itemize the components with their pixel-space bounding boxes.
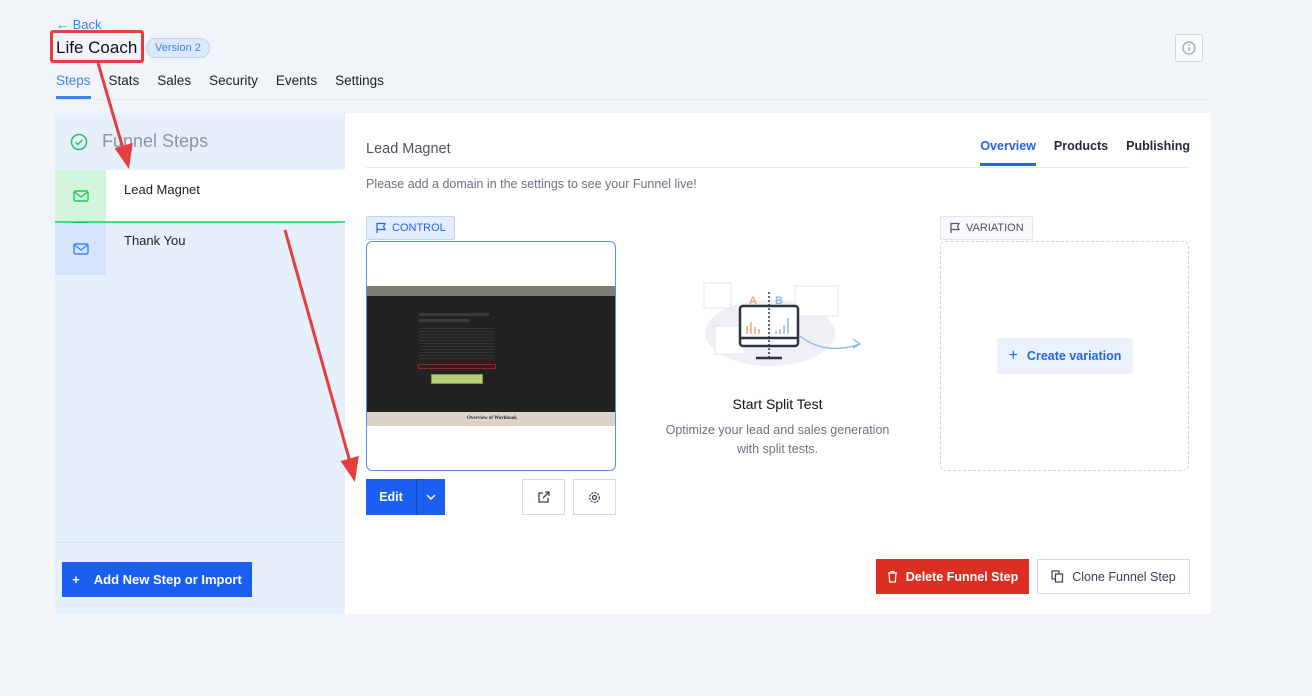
chevron-down-icon	[426, 494, 436, 500]
external-link-icon	[538, 490, 550, 503]
step-settings-button[interactable]	[573, 479, 616, 515]
trash-icon	[887, 570, 897, 583]
tab-publishing[interactable]: Publishing	[1126, 139, 1190, 166]
step-thank-you[interactable]: Thank You	[55, 223, 345, 275]
plus-icon: +	[1008, 347, 1018, 364]
nav-tabs: Steps Stats Sales Security Events Settin…	[56, 73, 384, 99]
label-a: A	[749, 295, 757, 307]
tab-stats[interactable]: Stats	[109, 73, 140, 99]
info-icon	[1182, 41, 1196, 55]
funnel-steps-sidebar: Funnel Steps Lead Magnet Thank You + Add …	[55, 113, 345, 614]
tab-overview[interactable]: Overview	[980, 139, 1036, 166]
delete-step-button[interactable]: Delete Funnel Step	[876, 559, 1029, 594]
info-button[interactable]	[1175, 34, 1203, 62]
tab-steps[interactable]: Steps	[56, 73, 91, 99]
mail-icon	[72, 190, 89, 202]
mail-icon	[72, 243, 89, 255]
step-title: Lead Magnet	[366, 141, 451, 157]
tab-products[interactable]: Products	[1054, 139, 1108, 166]
edit-dropdown-button[interactable]	[416, 479, 445, 515]
divider	[56, 99, 1211, 100]
annotation-highlight-box	[50, 30, 144, 63]
control-tag: CONTROL	[366, 216, 455, 240]
variation-placeholder: + Create variation	[940, 241, 1189, 471]
open-preview-button[interactable]	[522, 479, 565, 515]
version-badge: Version 2	[146, 38, 210, 58]
control-preview[interactable]: Overview of Workbook	[366, 241, 616, 471]
step-tabs: Overview Products Publishing	[980, 139, 1190, 166]
variation-tag: VARIATION	[940, 216, 1033, 240]
edit-button[interactable]: Edit	[366, 479, 416, 515]
flag-icon	[376, 222, 386, 233]
step-detail-panel: Lead Magnet Overview Products Publishing…	[345, 113, 1211, 614]
step-label: Lead Magnet	[124, 182, 200, 197]
tab-sales[interactable]: Sales	[157, 73, 191, 99]
split-test-title: Start Split Test	[732, 396, 823, 412]
split-test-illustration: A B	[703, 282, 862, 366]
tab-events[interactable]: Events	[276, 73, 317, 99]
copy-icon	[1051, 570, 1064, 583]
divider	[55, 542, 345, 543]
flag-icon	[950, 222, 960, 233]
edit-button-group: Edit	[366, 479, 445, 515]
add-step-button[interactable]: + Add New Step or Import	[62, 562, 252, 597]
add-step-label: Add New Step or Import	[93, 572, 242, 587]
tab-security[interactable]: Security	[209, 73, 258, 99]
funnel-steps-header: Funnel Steps	[55, 113, 345, 170]
create-variation-button[interactable]: + Create variation	[997, 338, 1133, 374]
funnel-steps-title: Funnel Steps	[102, 131, 209, 151]
tab-settings[interactable]: Settings	[335, 73, 384, 99]
domain-notice: Please add a domain in the settings to s…	[366, 177, 697, 191]
check-circle-icon	[70, 133, 88, 150]
preview-footer: Overview of Workbook	[367, 412, 615, 426]
step-label: Thank You	[124, 233, 186, 248]
plus-icon: +	[72, 572, 80, 587]
split-test-description: Optimize your lead and sales generation …	[665, 423, 890, 456]
gear-icon	[589, 491, 600, 503]
step-lead-magnet[interactable]: Lead Magnet	[55, 170, 345, 222]
label-b: B	[775, 295, 783, 307]
preview-thumbnail	[367, 296, 615, 412]
clone-step-button[interactable]: Clone Funnel Step	[1037, 559, 1190, 594]
divider	[366, 167, 1190, 168]
